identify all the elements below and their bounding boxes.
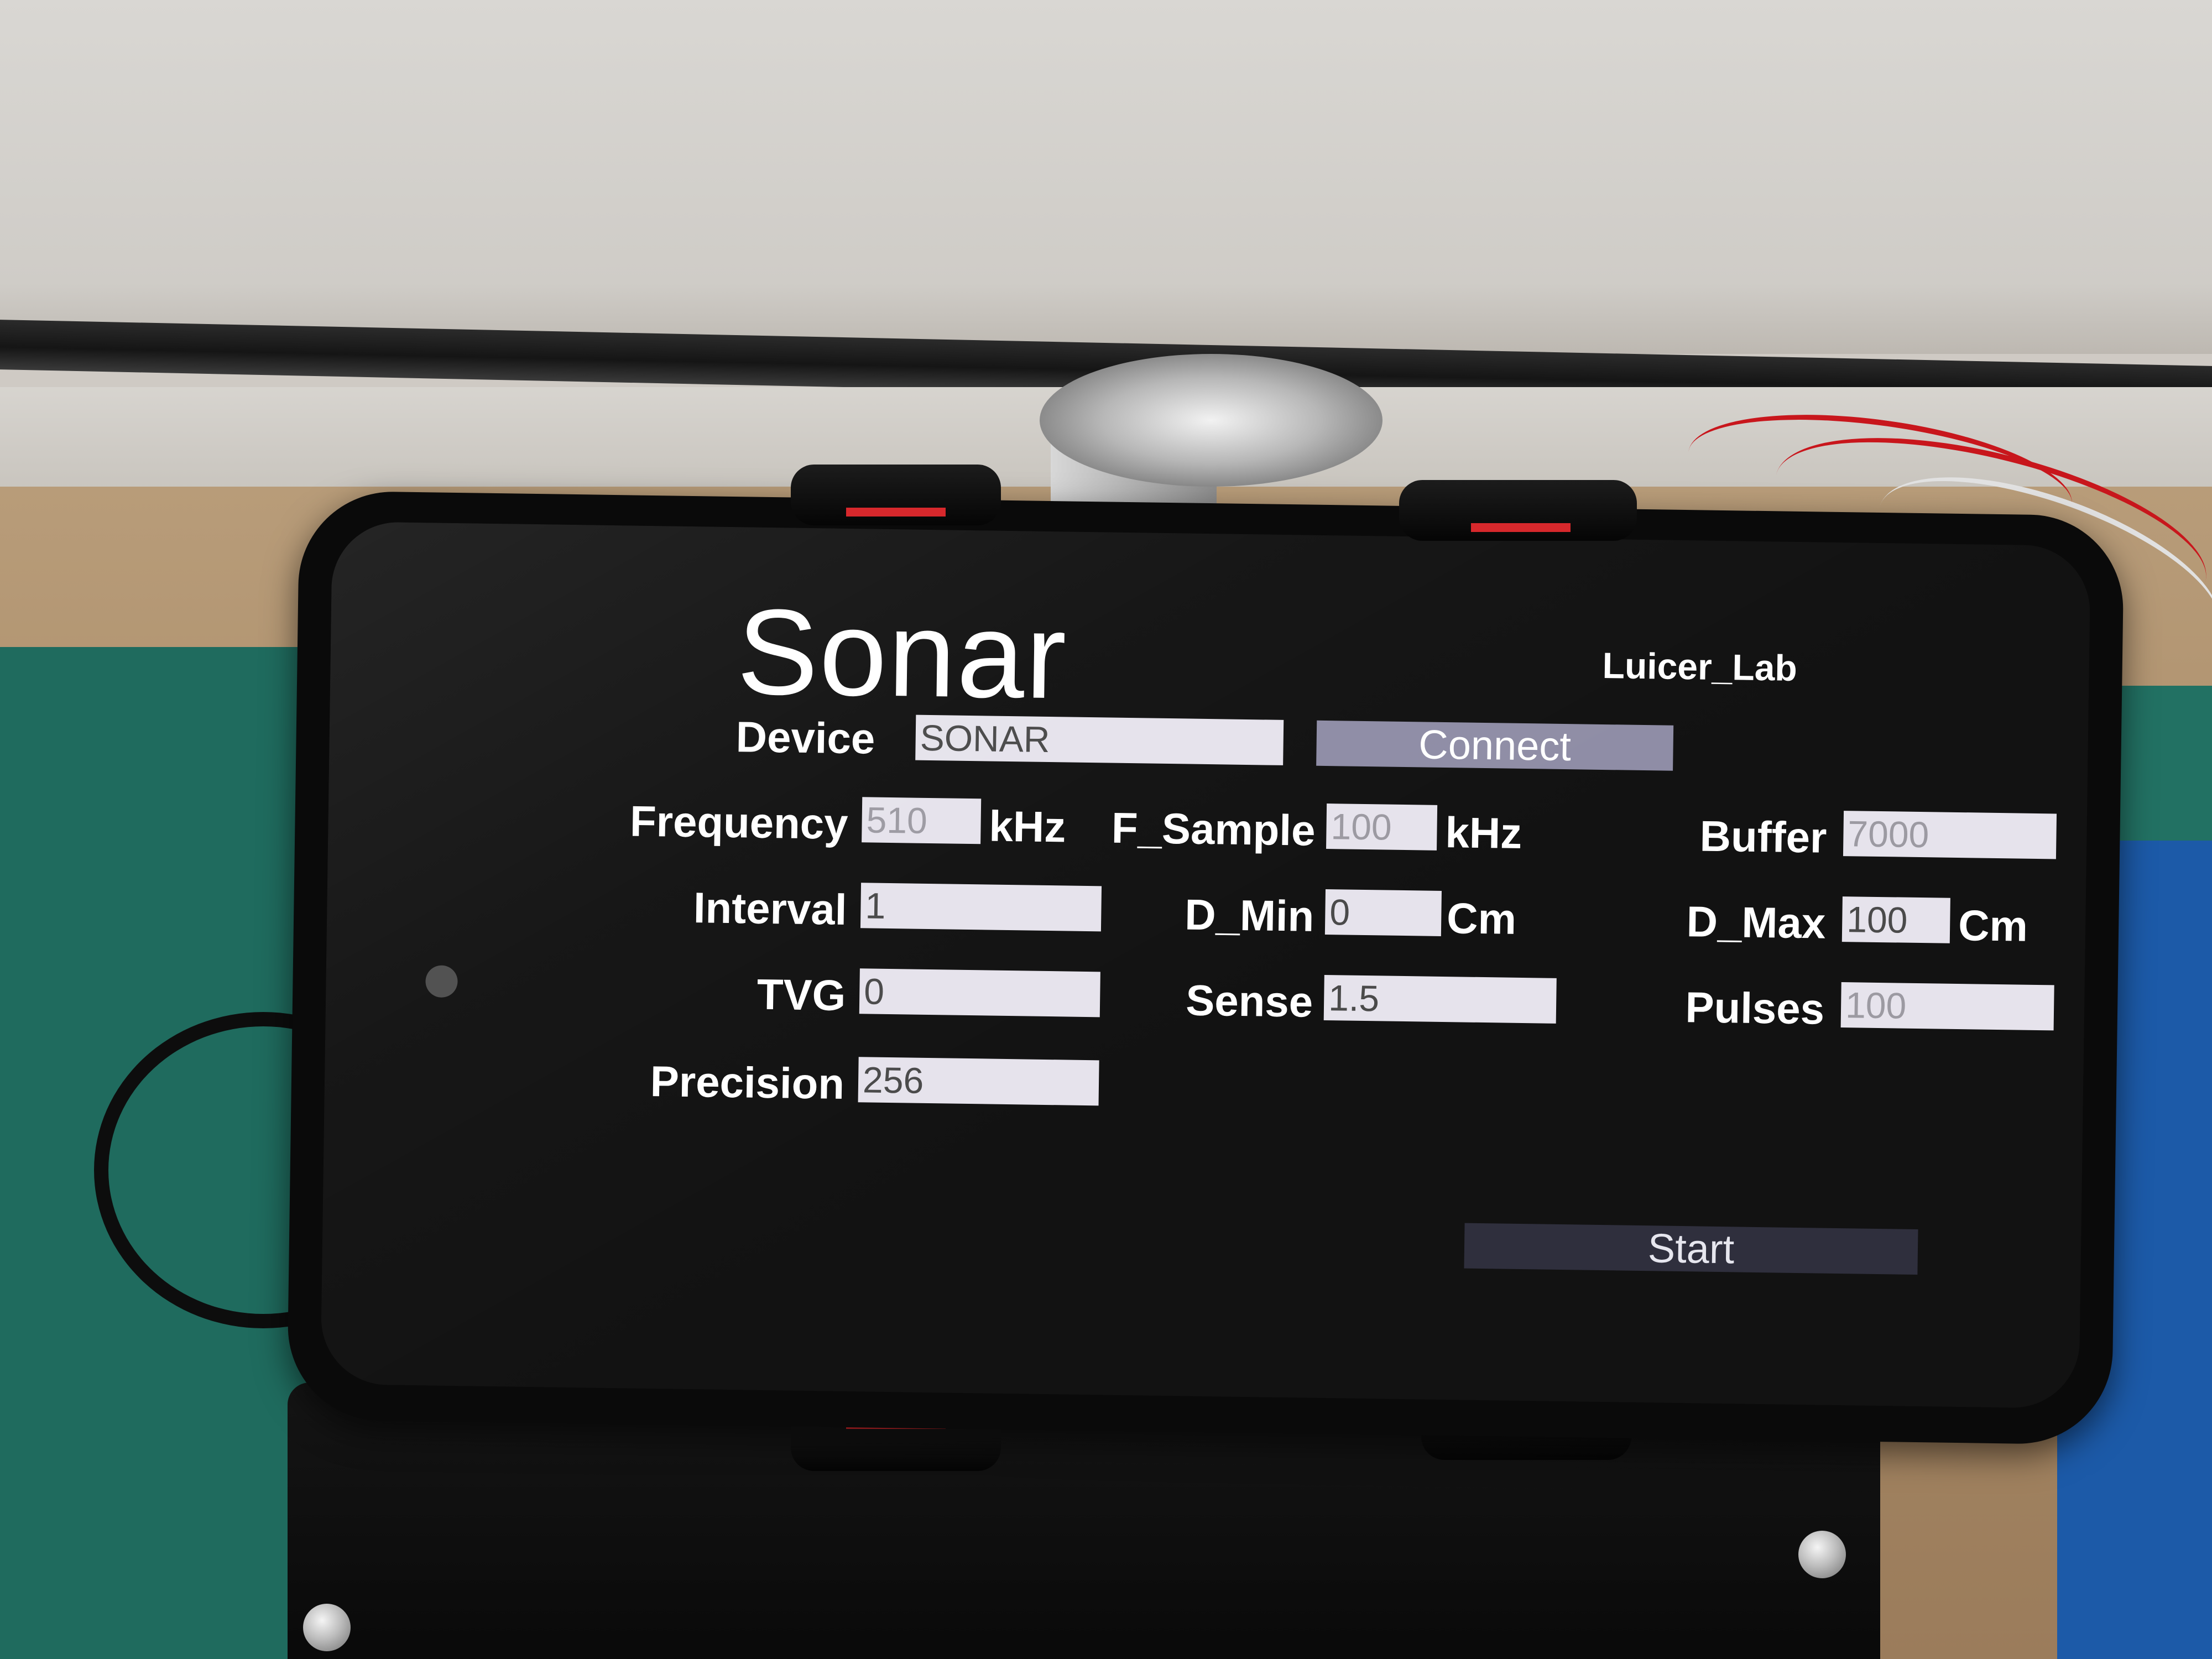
f-sample-unit: kHz (1444, 808, 1522, 858)
precision-label: Precision (650, 1057, 845, 1108)
screw-icon (1798, 1531, 1846, 1578)
device-label: Device (735, 712, 875, 763)
f-sample-input[interactable] (1326, 804, 1438, 851)
frequency-label: Frequency (629, 796, 849, 848)
sonar-app: Sonar Luicer_Lab Device Connect Frequenc… (320, 521, 2090, 1408)
pulses-input[interactable] (1840, 982, 2054, 1031)
d-min-input[interactable] (1324, 889, 1442, 936)
sense-input[interactable] (1323, 975, 1557, 1024)
phone-clamp (1399, 480, 1637, 541)
d-max-label: D_Max (1686, 897, 1826, 948)
d-max-input[interactable] (1841, 896, 1950, 943)
d-min-unit: Cm (1446, 894, 1517, 943)
screw-icon (303, 1604, 351, 1651)
start-button[interactable]: Start (1464, 1223, 1918, 1275)
app-title: Sonar (736, 583, 1068, 724)
buffer-label: Buffer (1699, 811, 1828, 862)
pulses-label: Pulses (1684, 983, 1825, 1034)
tvg-label: TVG (757, 969, 846, 1020)
d-max-unit: Cm (1958, 901, 2028, 951)
sonar-transducer (1040, 354, 1383, 487)
frequency-unit: kHz (988, 801, 1066, 852)
phone: Sonar Luicer_Lab Device Connect Frequenc… (286, 491, 2125, 1445)
d-min-label: D_Min (1184, 890, 1314, 941)
wall-background (0, 0, 2212, 354)
brand-label: Luicer_Lab (1602, 644, 1798, 688)
frequency-input[interactable] (862, 797, 982, 844)
photo-scene: Sonar Luicer_Lab Device Connect Frequenc… (0, 0, 2212, 1659)
phone-clamp (791, 465, 1001, 525)
precision-input[interactable] (858, 1057, 1099, 1106)
f-sample-label: F_Sample (1111, 803, 1316, 855)
buffer-input[interactable] (1843, 811, 2057, 859)
connect-button[interactable]: Connect (1316, 720, 1674, 771)
sense-label: Sense (1185, 975, 1313, 1026)
interval-input[interactable] (860, 883, 1102, 932)
interval-label: Interval (693, 883, 848, 934)
tvg-input[interactable] (859, 968, 1100, 1018)
device-name-input[interactable] (915, 714, 1284, 765)
phone-screen: Sonar Luicer_Lab Device Connect Frequenc… (320, 521, 2091, 1409)
